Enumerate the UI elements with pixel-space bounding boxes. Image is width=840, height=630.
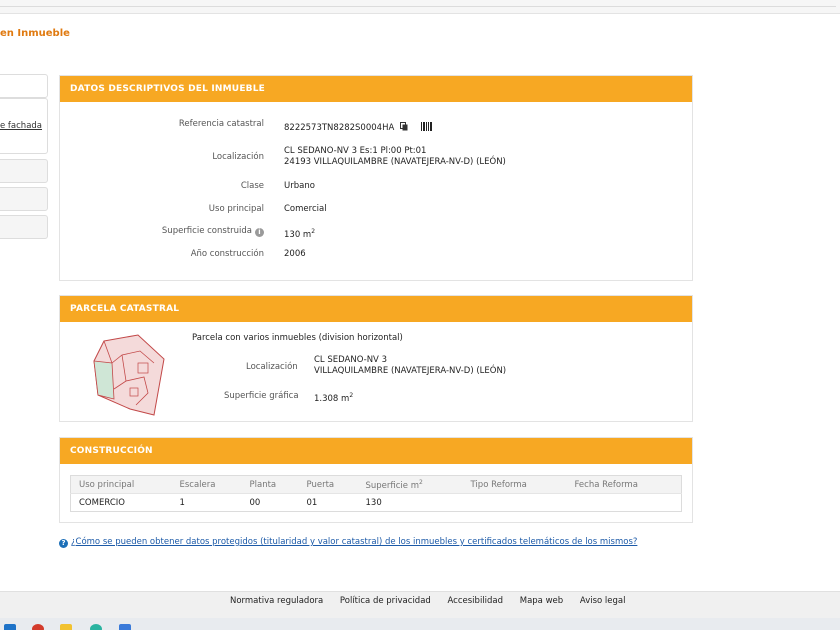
sup-value: 130 m — [284, 229, 312, 240]
col-uso: Uso principal — [70, 475, 172, 494]
panel-parcela-catastral: PARCELA CATASTRAL Parcela con varios inm… — [59, 295, 693, 422]
os-taskbar — [0, 618, 840, 630]
col-fecha-reforma: Fecha Reforma — [566, 475, 682, 494]
footer-link-aviso-legal[interactable]: Aviso legal — [580, 596, 626, 606]
footer-links: Normativa reguladora Política de privaci… — [230, 596, 639, 606]
uso-value: Comercial — [284, 204, 327, 214]
browser-icon[interactable] — [32, 624, 44, 630]
parcela-loc-line1: CL SEDANO-NV 3 — [314, 355, 387, 365]
sup-label: Superficie construida — [161, 226, 252, 236]
clase-value: Urbano — [284, 181, 315, 191]
loc-line2: 24193 VILLAQUILAMBRE (NAVATEJERA-NV-D) (… — [284, 157, 506, 167]
col-escalera: Escalera — [171, 475, 242, 494]
cell-uso: COMERCIO — [70, 493, 172, 512]
construccion-table: Uso principal Escalera Planta Puerta Sup… — [70, 475, 682, 512]
browser-top-bar — [0, 0, 840, 14]
footer-link-normativa[interactable]: Normativa reguladora — [230, 596, 323, 606]
col-superficie: Superficie m — [365, 480, 420, 491]
parcela-sup-value: 1.308 m — [314, 393, 350, 404]
folder-icon[interactable] — [60, 624, 72, 630]
loc-line1: CL SEDANO-NV 3 Es:1 Pl:00 Pt:01 — [284, 146, 427, 156]
parcel-map-image[interactable] — [92, 333, 167, 418]
cell-puerta: 01 — [298, 493, 358, 512]
cell-planta: 00 — [241, 493, 299, 512]
clase-label: Clase — [240, 181, 264, 191]
page-title: en Inmueble — [0, 28, 70, 39]
table-header-row: Uso principal Escalera Planta Puerta Sup… — [70, 475, 682, 494]
cell-fecha-reforma — [566, 493, 682, 512]
cell-escalera: 1 — [171, 493, 242, 512]
sup-exponent: 2 — [311, 228, 316, 235]
panel-header-datos-descriptivos: DATOS DESCRIPTIVOS DEL INMUEBLE — [60, 76, 692, 102]
panel-header-parcela: PARCELA CATASTRAL — [60, 296, 692, 322]
mail-icon[interactable] — [119, 624, 131, 630]
col-superficie-exponent: 2 — [419, 478, 423, 486]
ref-value-wrap: 8222573TN8282S0004HA — [284, 122, 433, 134]
sidebar-tab-1[interactable] — [0, 74, 48, 98]
anio-label: Año construcción — [190, 249, 264, 259]
anio-value: 2006 — [284, 249, 306, 259]
copy-icon[interactable] — [399, 122, 408, 131]
parcela-loc-label: Localización — [246, 362, 298, 372]
panel-header-construccion: CONSTRUCCIÓN — [60, 438, 692, 464]
footer-link-privacidad[interactable]: Política de privacidad — [340, 596, 431, 606]
sidebar-link-fachada[interactable]: e fachada — [0, 121, 42, 131]
top-divider — [0, 6, 836, 7]
parcela-sup-label: Superficie gráfica — [224, 391, 299, 401]
help-icon: ? — [59, 539, 68, 548]
loc-label: Localización — [212, 152, 264, 162]
cell-superficie: 130 — [357, 493, 463, 512]
ref-value[interactable]: 8222573TN8282S0004HA — [284, 123, 394, 133]
sidebar-tab-3[interactable] — [0, 159, 48, 183]
col-planta: Planta — [241, 475, 299, 494]
loc-value: CL SEDANO-NV 3 Es:1 Pl:00 Pt:01 24193 VI… — [284, 146, 506, 168]
faq-link-wrap[interactable]: ? ¿Cómo se pueden obtener datos protegido… — [59, 537, 637, 548]
panel-datos-descriptivos: DATOS DESCRIPTIVOS DEL INMUEBLE Referenc… — [59, 75, 693, 281]
cell-tipo-reforma — [462, 493, 567, 512]
footer-link-mapa-web[interactable]: Mapa web — [520, 596, 563, 606]
col-superficie-wrap: Superficie m2 — [357, 475, 463, 494]
sup-value-wrap: 130 m2 — [284, 226, 315, 241]
col-tipo-reforma: Tipo Reforma — [462, 475, 567, 494]
parcela-loc-line2: VILLAQUILAMBRE (NAVATEJERA-NV-D) (LEÓN) — [314, 366, 507, 376]
parcela-subtitle: Parcela con varios inmuebles (division h… — [192, 333, 403, 343]
table-row: COMERCIO 1 00 01 130 — [70, 493, 682, 512]
parcela-sup-wrap: 1.308 m2 — [314, 390, 353, 405]
barcode-icon[interactable] — [420, 122, 433, 131]
sup-label-wrap: Superficie construida i — [162, 226, 264, 237]
windows-start-icon[interactable] — [4, 624, 16, 630]
footer-link-accesibilidad[interactable]: Accesibilidad — [448, 596, 504, 606]
uso-label: Uso principal — [208, 204, 264, 214]
panel-construccion: CONSTRUCCIÓN Uso principal Escalera Plan… — [59, 437, 693, 523]
info-icon[interactable]: i — [255, 228, 264, 237]
parcela-loc-value: CL SEDANO-NV 3 VILLAQUILAMBRE (NAVATEJER… — [314, 355, 506, 377]
sidebar-tab-5[interactable] — [0, 215, 48, 239]
app-icon[interactable] — [90, 624, 102, 630]
parcela-sup-exponent: 2 — [349, 392, 354, 399]
ref-label: Referencia catastral — [178, 119, 264, 129]
sidebar-tab-4[interactable] — [0, 187, 48, 211]
col-puerta: Puerta — [298, 475, 358, 494]
faq-link[interactable]: ¿Cómo se pueden obtener datos protegidos… — [71, 537, 637, 547]
